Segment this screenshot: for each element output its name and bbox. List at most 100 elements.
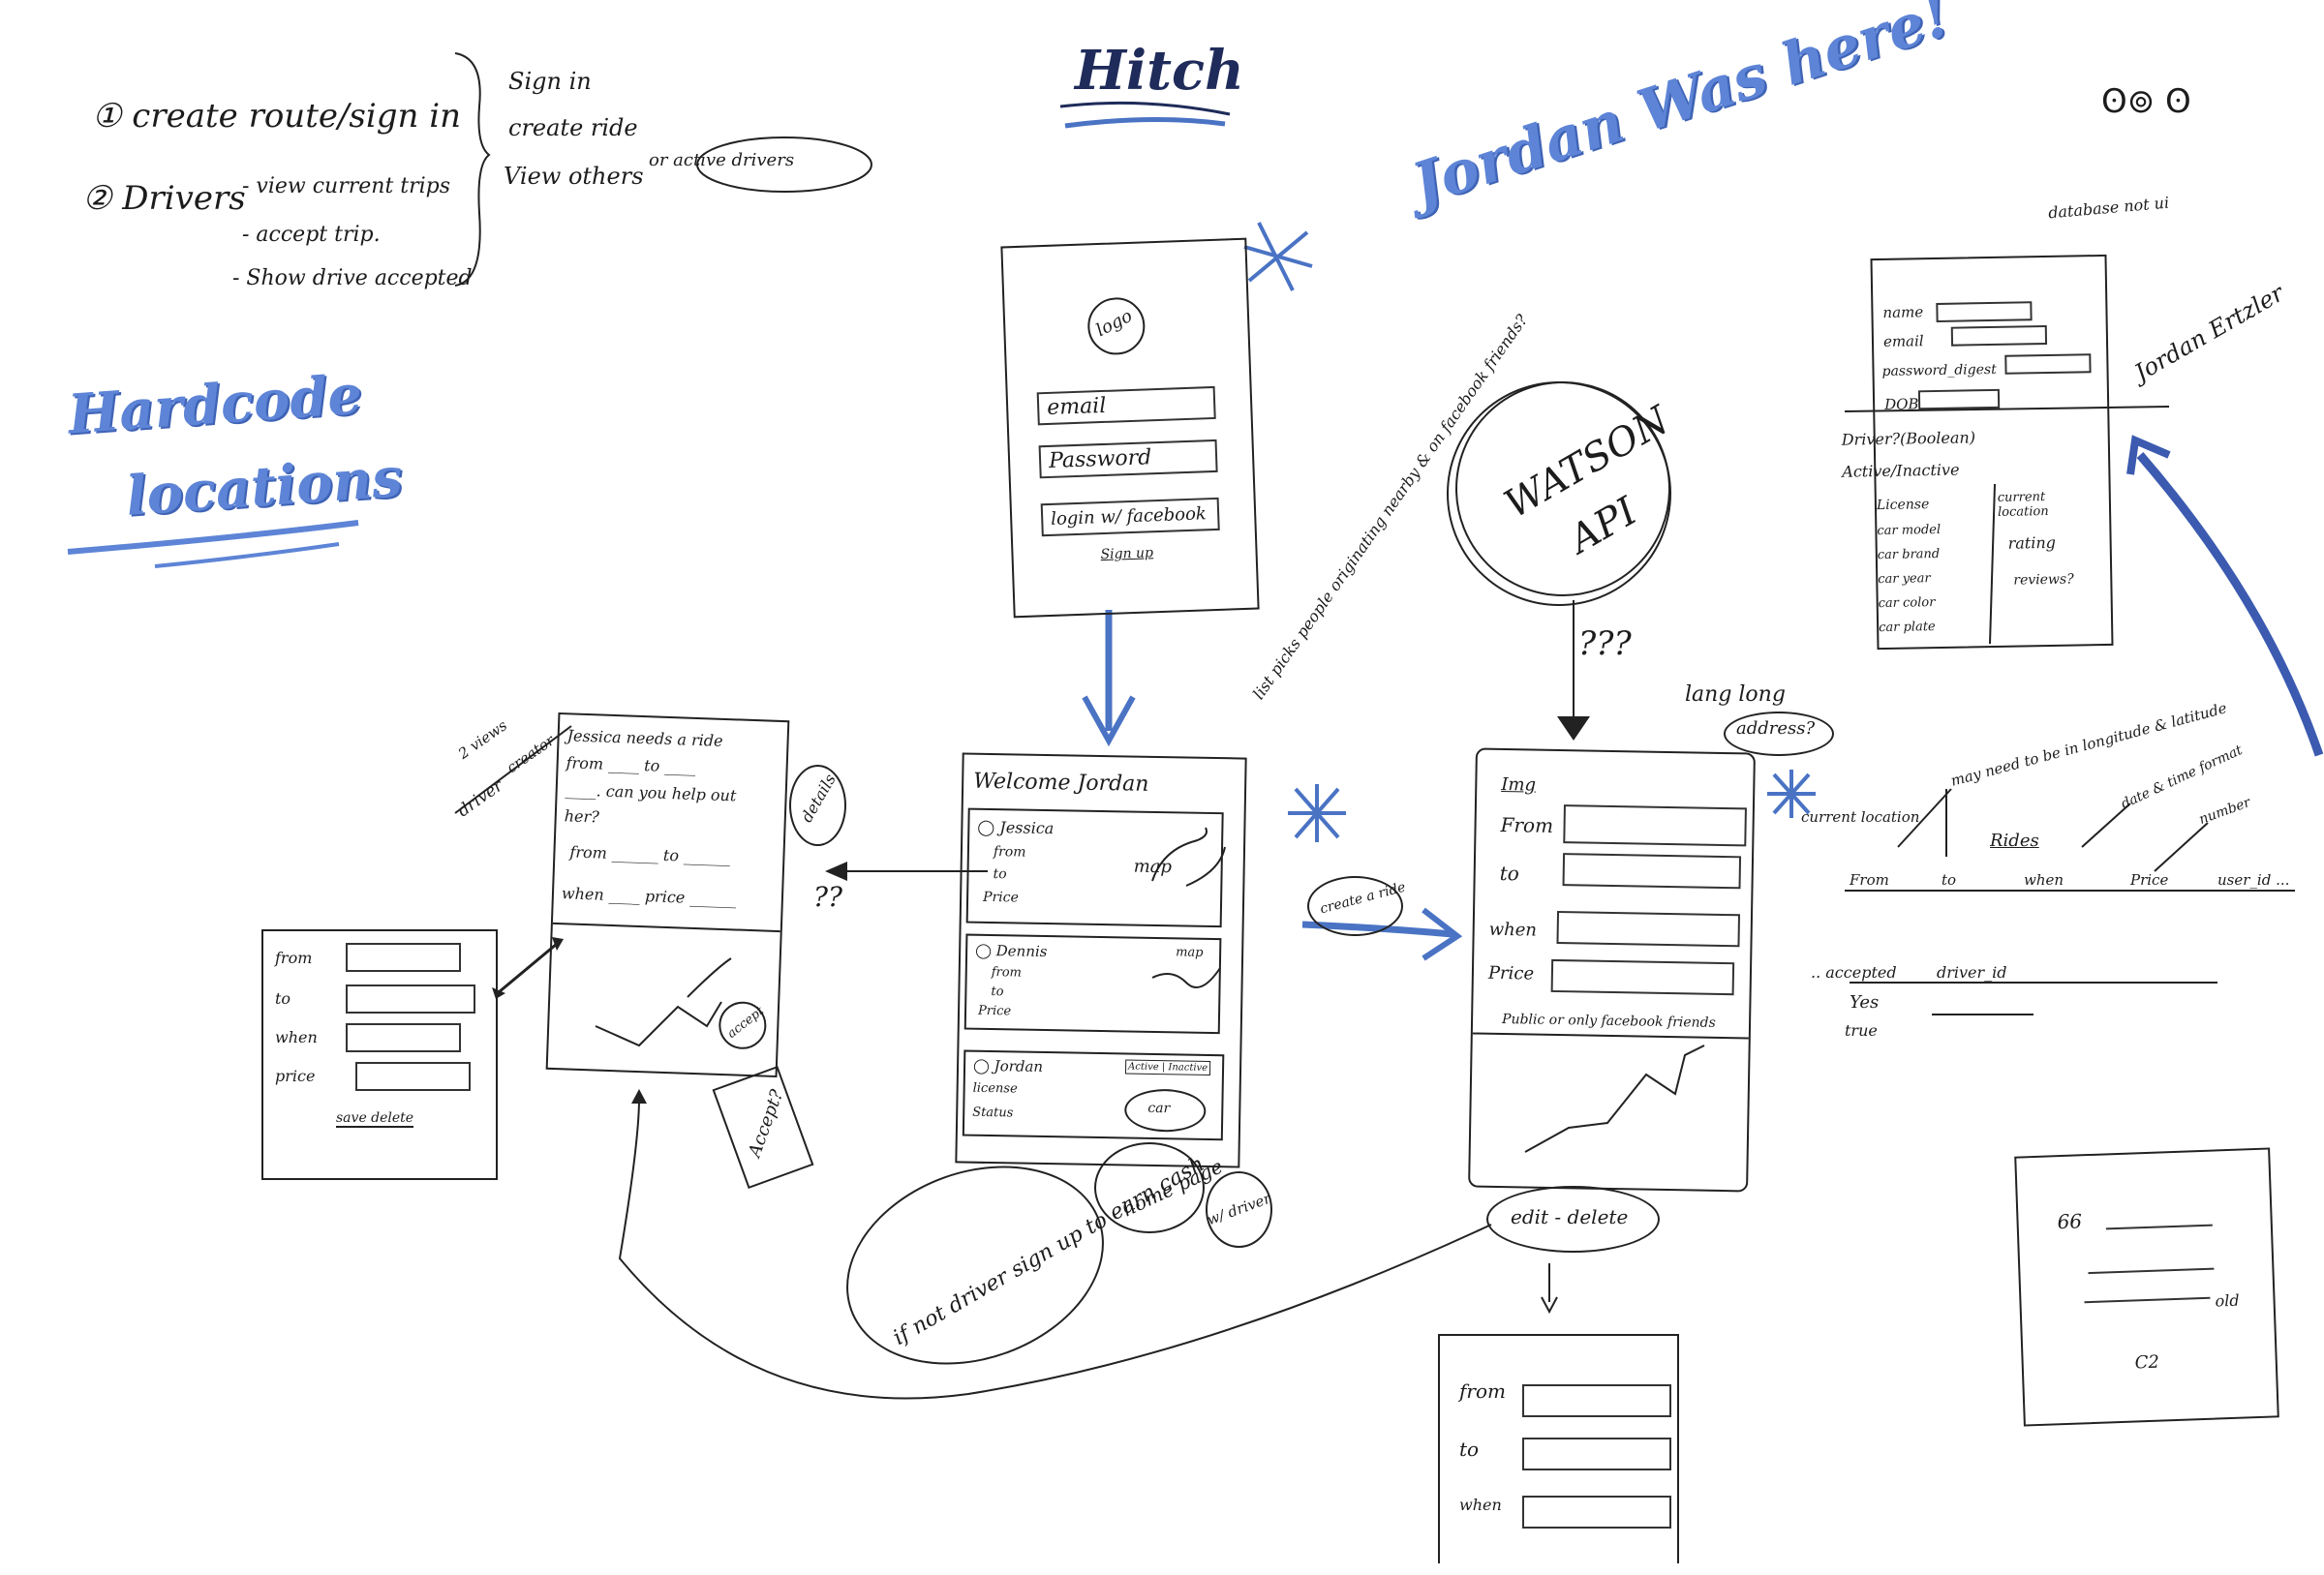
- small-form-from: from: [275, 949, 313, 967]
- email-field[interactable]: email: [1036, 385, 1216, 426]
- db-license: License: [1876, 497, 1930, 514]
- create-footer[interactable]: Public or only facebook friends: [1502, 1012, 1716, 1031]
- create-from-label: From: [1500, 812, 1554, 837]
- corner-line-3: [2084, 1296, 2211, 1304]
- db-car-year: car year: [1878, 571, 1931, 588]
- rides-accepted-text: accepted: [1825, 963, 1897, 982]
- accept-button[interactable]: accept: [718, 1000, 768, 1050]
- ride-request-screen: Jessica needs a ride from ____ to ____ _…: [545, 712, 790, 1078]
- todo-right-1: Sign in: [508, 68, 592, 95]
- request-text-2: from ____ to ____: [566, 753, 696, 776]
- db-current-location: current location: [1997, 490, 2049, 520]
- small-when-input[interactable]: [346, 1023, 461, 1052]
- create-divider: [1472, 1032, 1749, 1040]
- create-when-input[interactable]: [1556, 911, 1741, 948]
- db-field-name: name: [1882, 303, 1924, 321]
- rides-yes: Yes: [1850, 992, 1880, 1013]
- rides-col-user: user_id ...: [2217, 871, 2290, 889]
- save-delete-buttons[interactable]: save delete: [336, 1110, 414, 1128]
- small-form-price: price: [275, 1067, 316, 1085]
- todo-right-3: View others: [504, 163, 644, 190]
- current-location-note: current location: [1801, 808, 1920, 826]
- logo-text: logo: [1092, 305, 1136, 342]
- create-ride-screen: Img From to when Price Public or only fa…: [1468, 747, 1756, 1193]
- active-toggle[interactable]: Active | Inactive: [1124, 1059, 1211, 1075]
- corner-form: 66 old C2: [2014, 1147, 2279, 1427]
- home-screen: Welcome Jordan ◯ Jessica from to Price m…: [955, 752, 1247, 1168]
- rides-title: Rides: [1990, 831, 2039, 851]
- password-field[interactable]: Password: [1038, 439, 1218, 479]
- latlong-note: lang long: [1685, 682, 1786, 707]
- small-from-input[interactable]: [346, 943, 461, 972]
- db-car-model: car model: [1877, 522, 1942, 539]
- rides-true: true: [1845, 1021, 1878, 1040]
- rides-col-to: to: [1942, 871, 1957, 889]
- small-price-input[interactable]: [355, 1062, 471, 1091]
- card1-price: Price: [982, 889, 1019, 906]
- create-to-input[interactable]: [1562, 853, 1742, 890]
- card3-status: Status: [972, 1105, 1014, 1121]
- small-form-to: to: [275, 989, 291, 1008]
- ride-card-1[interactable]: ◯ Jessica from to Price map: [965, 807, 1224, 928]
- create-from-input[interactable]: [1563, 804, 1747, 847]
- db-active: Active/Inactive: [1842, 460, 1960, 481]
- card1-to: to: [993, 866, 1007, 883]
- bottom-to-input[interactable]: [1522, 1438, 1671, 1470]
- corner-form-a: 66: [2057, 1209, 2083, 1234]
- todo-sub-3: - Show drive accepted: [232, 266, 473, 290]
- signup-link[interactable]: Sign up: [1100, 545, 1153, 562]
- small-to-input[interactable]: [346, 984, 475, 1014]
- card2-to: to: [991, 984, 1004, 1000]
- page-title: Hitch: [1075, 39, 1244, 103]
- db-field-dob: DOB: [1883, 395, 1919, 413]
- rides-col-from: From: [1850, 871, 1889, 889]
- password-label: Password: [1048, 445, 1152, 473]
- rides-col-when: when: [2024, 871, 2064, 889]
- todo-sub-1: - view current trips: [242, 174, 451, 198]
- request-text-1: Jessica needs a ride: [566, 726, 723, 750]
- db-field-email: email: [1882, 332, 1924, 350]
- corner-line-2: [2088, 1267, 2215, 1275]
- ride-card-2[interactable]: ◯ Dennis from to Price map: [963, 933, 1222, 1035]
- card1-map: map: [1133, 856, 1173, 878]
- watson-question: ???: [1578, 624, 1632, 663]
- driver-card: ◯ Jordan license Status Active | Inactiv…: [962, 1049, 1225, 1141]
- todo-item-2: ② Drivers: [82, 179, 246, 218]
- card3-name: ◯ Jordan: [972, 1056, 1044, 1075]
- card1-name: ◯ Jessica: [977, 817, 1055, 838]
- rides-accepted: .. accepted: [1811, 963, 1897, 982]
- todo-sub-2: - accept trip.: [242, 223, 381, 247]
- accept-label: accept: [724, 1004, 768, 1042]
- db-reviews: reviews?: [2013, 571, 2074, 589]
- bottom-from-label: from: [1459, 1379, 1506, 1403]
- bottom-from-input[interactable]: [1522, 1384, 1671, 1417]
- facebook-login-label: login w/ facebook: [1050, 503, 1208, 530]
- car-label: car: [1147, 1100, 1171, 1117]
- db-car-plate: car plate: [1879, 620, 1936, 636]
- card2-from: from: [991, 965, 1023, 981]
- rides-driver-id: driver_id: [1937, 963, 2007, 982]
- request-text-3: ____. can you help out: [565, 780, 737, 805]
- create-price-input[interactable]: [1550, 958, 1735, 996]
- db-email-box: [1950, 324, 2048, 347]
- card2-price: Price: [977, 1003, 1012, 1019]
- request-text-6: when ____ price ______: [561, 884, 737, 909]
- request-text-5: from ______ to ______: [569, 842, 731, 867]
- todo-item-1-text: create route/sign in: [132, 97, 461, 136]
- card3-license: license: [972, 1080, 1018, 1097]
- address-note: address?: [1736, 718, 1816, 739]
- request-text-4: her?: [564, 806, 600, 827]
- corner-line-1: [2105, 1224, 2213, 1230]
- create-img: Img: [1501, 773, 1537, 796]
- login-screen: logo email Password login w/ facebook Si…: [1000, 237, 1260, 619]
- bottom-to-label: to: [1459, 1438, 1480, 1461]
- logo-circle: logo: [1086, 296, 1147, 356]
- facebook-login-button[interactable]: login w/ facebook: [1040, 497, 1220, 537]
- db-name-box: [1936, 301, 2033, 322]
- db-car-brand: car brand: [1877, 546, 1941, 563]
- bottom-when-input[interactable]: [1522, 1496, 1671, 1529]
- todo-item-1: ① create route/sign in: [92, 97, 461, 136]
- todo-bubble-text: or active drivers: [649, 150, 795, 170]
- edit-delete-text: edit - delete: [1511, 1205, 1629, 1228]
- card1-name-text: Jessica: [999, 818, 1055, 838]
